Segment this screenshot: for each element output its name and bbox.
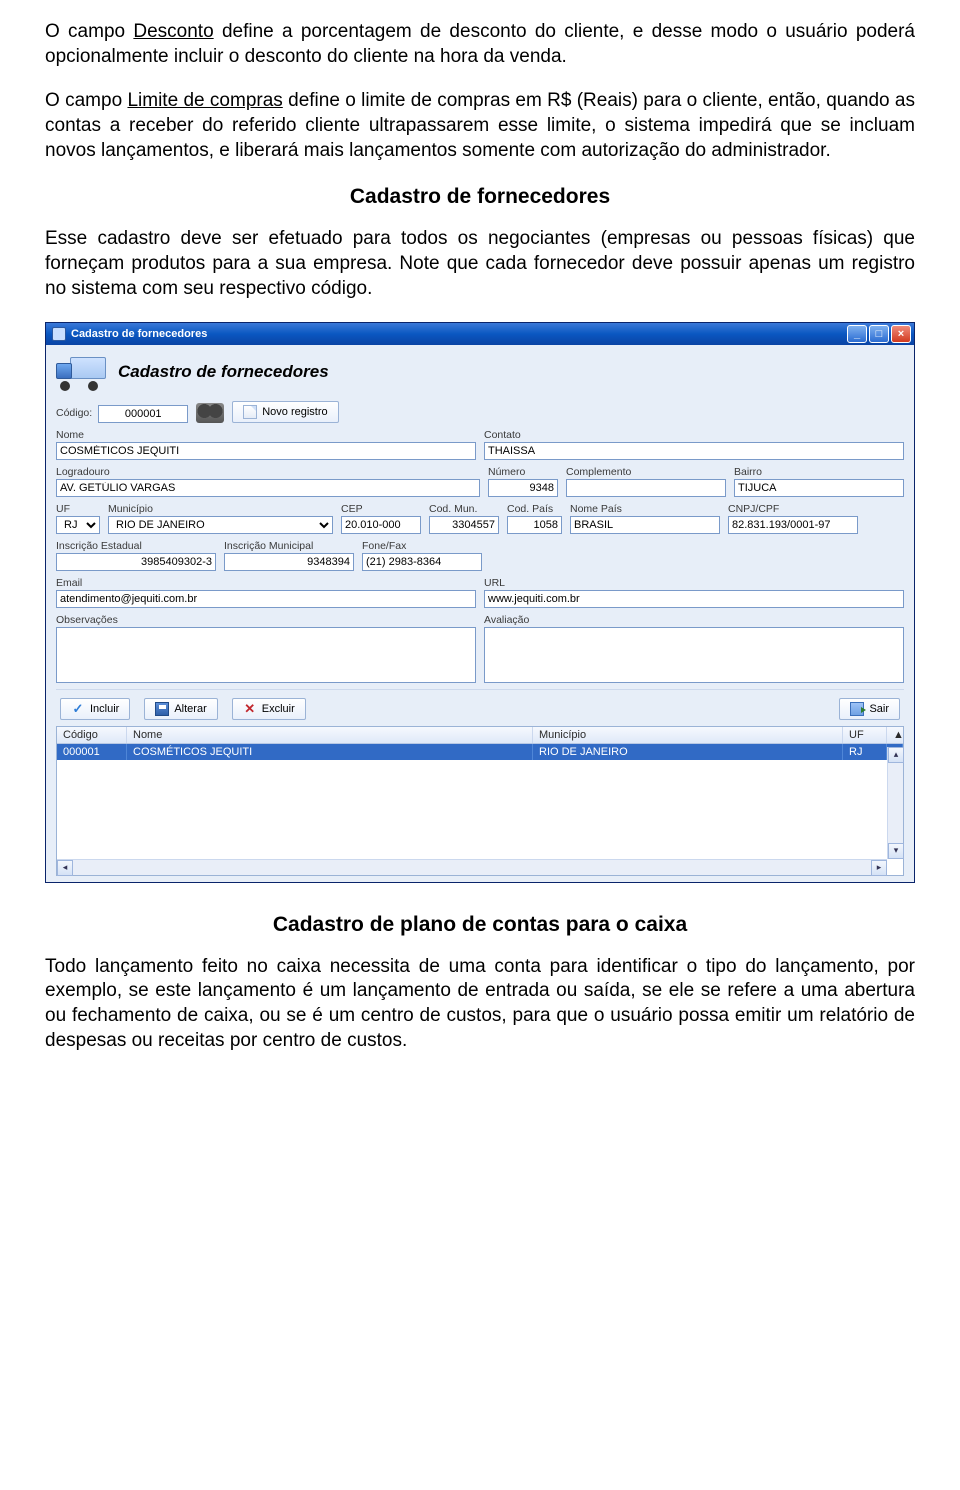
- insc-est-label: Inscrição Estadual: [56, 540, 216, 552]
- numero-input[interactable]: [488, 479, 558, 497]
- complemento-label: Complemento: [566, 466, 726, 478]
- logradouro-label: Logradouro: [56, 466, 480, 478]
- codigo-label: Código:: [56, 407, 92, 419]
- col-scroll-spacer: ▲: [887, 727, 903, 743]
- truck-icon: [56, 353, 108, 391]
- grid-scrollbar-vertical[interactable]: ▴ ▾: [887, 747, 903, 859]
- button-label: Alterar: [174, 703, 206, 715]
- email-input[interactable]: [56, 590, 476, 608]
- x-icon: ✕: [243, 702, 257, 716]
- titlebar: Cadastro de fornecedores _ □ ×: [46, 323, 914, 345]
- app-window: Cadastro de fornecedores _ □ × Cadastro …: [45, 322, 915, 883]
- text: O campo: [45, 90, 127, 111]
- col-municipio[interactable]: Município: [533, 727, 843, 743]
- insc-mun-input[interactable]: [224, 553, 354, 571]
- text: O campo: [45, 21, 133, 42]
- maximize-button[interactable]: □: [869, 325, 889, 343]
- check-icon: ✓: [71, 702, 85, 716]
- insc-mun-label: Inscrição Municipal: [224, 540, 354, 552]
- doc-heading-fornecedores: Cadastro de fornecedores: [45, 185, 915, 209]
- table-row[interactable]: 000001 COSMÉTICOS JEQUITI RIO DE JANEIRO…: [57, 744, 903, 760]
- logradouro-input[interactable]: [56, 479, 480, 497]
- doc-paragraph-limite: O campo Limite de compras define o limit…: [45, 89, 915, 163]
- obs-textarea[interactable]: [56, 627, 476, 683]
- nome-input[interactable]: [56, 442, 476, 460]
- cod-pais-label: Cod. País: [507, 503, 562, 515]
- codigo-input[interactable]: [98, 405, 188, 423]
- bairro-input[interactable]: [734, 479, 904, 497]
- uf-select[interactable]: RJ: [56, 516, 100, 534]
- cell-nome: COSMÉTICOS JEQUITI: [127, 744, 533, 760]
- scroll-up-icon[interactable]: ▴: [888, 747, 904, 763]
- complemento-input[interactable]: [566, 479, 726, 497]
- cod-mun-input[interactable]: [429, 516, 499, 534]
- fornecedor-grid[interactable]: Código Nome Município UF ▲ 000001 COSMÉT…: [56, 726, 904, 876]
- bairro-label: Bairro: [734, 466, 904, 478]
- alterar-button[interactable]: Alterar: [144, 698, 217, 720]
- cell-uf: RJ: [843, 744, 887, 760]
- button-label: Novo registro: [262, 406, 327, 418]
- doc-paragraph-fornecedores: Esse cadastro deve ser efetuado para tod…: [45, 227, 915, 301]
- municipio-select[interactable]: RIO DE JANEIRO: [108, 516, 333, 534]
- scroll-right-icon[interactable]: ▸: [871, 860, 887, 876]
- incluir-button[interactable]: ✓ Incluir: [60, 698, 130, 720]
- nome-pais-label: Nome País: [570, 503, 720, 515]
- contato-input[interactable]: [484, 442, 904, 460]
- button-label: Excluir: [262, 703, 295, 715]
- cep-input[interactable]: [341, 516, 421, 534]
- numero-label: Número: [488, 466, 558, 478]
- aval-label: Avaliação: [484, 614, 904, 626]
- scroll-down-icon[interactable]: ▾: [888, 843, 904, 859]
- nome-pais-input[interactable]: [570, 516, 720, 534]
- button-label: Sair: [869, 703, 889, 715]
- col-codigo[interactable]: Código: [57, 727, 127, 743]
- url-input[interactable]: [484, 590, 904, 608]
- municipio-label: Município: [108, 503, 333, 515]
- doc-heading-plano-contas: Cadastro de plano de contas para o caixa: [45, 913, 915, 937]
- action-bar: ✓ Incluir Alterar ✕ Excluir Sair: [56, 689, 904, 726]
- col-uf[interactable]: UF: [843, 727, 887, 743]
- grid-header: Código Nome Município UF ▲: [57, 727, 903, 744]
- sair-button[interactable]: Sair: [839, 698, 900, 720]
- underlined-term: Limite de compras: [127, 90, 282, 111]
- cep-label: CEP: [341, 503, 421, 515]
- doc-paragraph-desconto: O campo Desconto define a porcentagem de…: [45, 20, 915, 69]
- fone-fax-input[interactable]: [362, 553, 482, 571]
- uf-label: UF: [56, 503, 100, 515]
- new-file-icon: [243, 405, 257, 419]
- exit-icon: [850, 702, 864, 716]
- cnpj-cpf-input[interactable]: [728, 516, 858, 534]
- email-label: Email: [56, 577, 476, 589]
- binoculars-icon[interactable]: [196, 403, 224, 423]
- nome-label: Nome: [56, 429, 476, 441]
- col-nome[interactable]: Nome: [127, 727, 533, 743]
- excluir-button[interactable]: ✕ Excluir: [232, 698, 306, 720]
- window-title: Cadastro de fornecedores: [71, 328, 207, 340]
- contato-label: Contato: [484, 429, 904, 441]
- button-label: Incluir: [90, 703, 119, 715]
- url-label: URL: [484, 577, 904, 589]
- close-button[interactable]: ×: [891, 325, 911, 343]
- aval-textarea[interactable]: [484, 627, 904, 683]
- doc-paragraph-plano-contas: Todo lançamento feito no caixa necessita…: [45, 955, 915, 1054]
- insc-est-input[interactable]: [56, 553, 216, 571]
- minimize-button[interactable]: _: [847, 325, 867, 343]
- disk-icon: [155, 702, 169, 716]
- cnpj-cpf-label: CNPJ/CPF: [728, 503, 858, 515]
- cod-mun-label: Cod. Mun.: [429, 503, 499, 515]
- obs-label: Observações: [56, 614, 476, 626]
- form-title: Cadastro de fornecedores: [118, 362, 329, 382]
- scroll-left-icon[interactable]: ◂: [57, 860, 73, 876]
- fone-fax-label: Fone/Fax: [362, 540, 482, 552]
- novo-registro-button[interactable]: Novo registro: [232, 401, 338, 423]
- app-icon: [52, 327, 66, 341]
- cell-municipio: RIO DE JANEIRO: [533, 744, 843, 760]
- cell-codigo: 000001: [57, 744, 127, 760]
- cod-pais-input[interactable]: [507, 516, 562, 534]
- grid-scrollbar-horizontal[interactable]: ◂ ▸: [57, 859, 887, 875]
- underlined-term: Desconto: [133, 21, 213, 42]
